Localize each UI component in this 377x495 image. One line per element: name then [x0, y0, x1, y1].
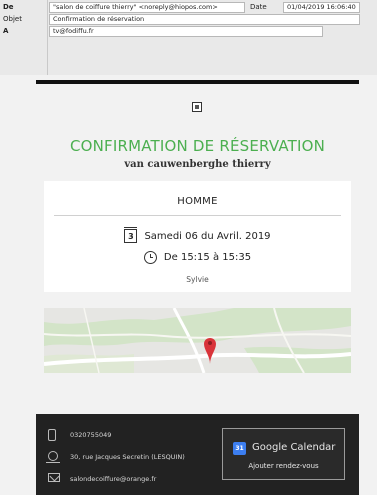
header-label-column [0, 0, 48, 75]
to-field[interactable]: tv@fodiffu.fr [49, 26, 323, 37]
map-image [44, 308, 351, 373]
to-label: A [3, 27, 9, 35]
card-divider [54, 215, 341, 216]
from-field[interactable]: "salon de coiffure thierry" <noreply@hio… [49, 2, 245, 13]
customer-name: van cauwenberghe thierry [124, 159, 271, 170]
google-calendar-label: Google Calendar [252, 442, 336, 453]
appointment-time-row: De 15:15 à 15:35 [44, 251, 351, 264]
calendar-icon: 3 [124, 227, 138, 243]
appointment-card: HOMME 3 Samedi 06 du Avril. 2019 De 15:1… [44, 181, 351, 292]
broken-image-icon [192, 102, 202, 112]
salon-phone[interactable]: 0320755049 [70, 431, 111, 439]
mail-icon-wrap [48, 473, 60, 485]
appointment-date: Samedi 06 du Avril. 2019 [144, 230, 271, 242]
email-header: De "salon de coiffure thierry" <noreply@… [0, 0, 377, 75]
phone-icon-wrap [48, 429, 60, 441]
address-row: 30, rue Jacques Secretin (LESQUIN) [46, 451, 185, 463]
location-icon-wrap [46, 451, 60, 463]
appointment-date-row: 3 Samedi 06 du Avril. 2019 [44, 227, 351, 243]
salon-address[interactable]: 30, rue Jacques Secretin (LESQUIN) [70, 453, 185, 461]
mail-icon [48, 473, 60, 482]
date-field[interactable]: 01/04/2019 16:06:40 [283, 2, 360, 13]
add-appointment-label: Ajouter rendez-vous [248, 462, 319, 470]
confirmation-title: CONFIRMATION DE RÉSERVATION [69, 137, 326, 155]
top-divider-bar [36, 80, 359, 84]
staff-name: Sylvie [186, 275, 209, 284]
from-label: De [3, 3, 14, 11]
appointment-time: De 15:15 à 15:35 [163, 252, 252, 263]
email-row: salondecoiffure@orange.fr [48, 473, 156, 485]
phone-row: 0320755049 [48, 429, 111, 441]
date-label: Date [250, 3, 267, 11]
google-calendar-icon: 31 [233, 442, 246, 455]
phone-icon [48, 429, 56, 441]
location-map[interactable] [44, 308, 351, 373]
subject-label: Objet [3, 15, 22, 23]
service-name: HOMME [177, 196, 218, 207]
clock-icon [143, 251, 157, 264]
google-calendar-button[interactable]: 31 Google Calendar Ajouter rendez-vous [222, 428, 345, 480]
subject-field[interactable]: Confirmation de réservation [49, 14, 360, 25]
location-icon [46, 451, 60, 463]
salon-email[interactable]: salondecoiffure@orange.fr [70, 475, 156, 483]
